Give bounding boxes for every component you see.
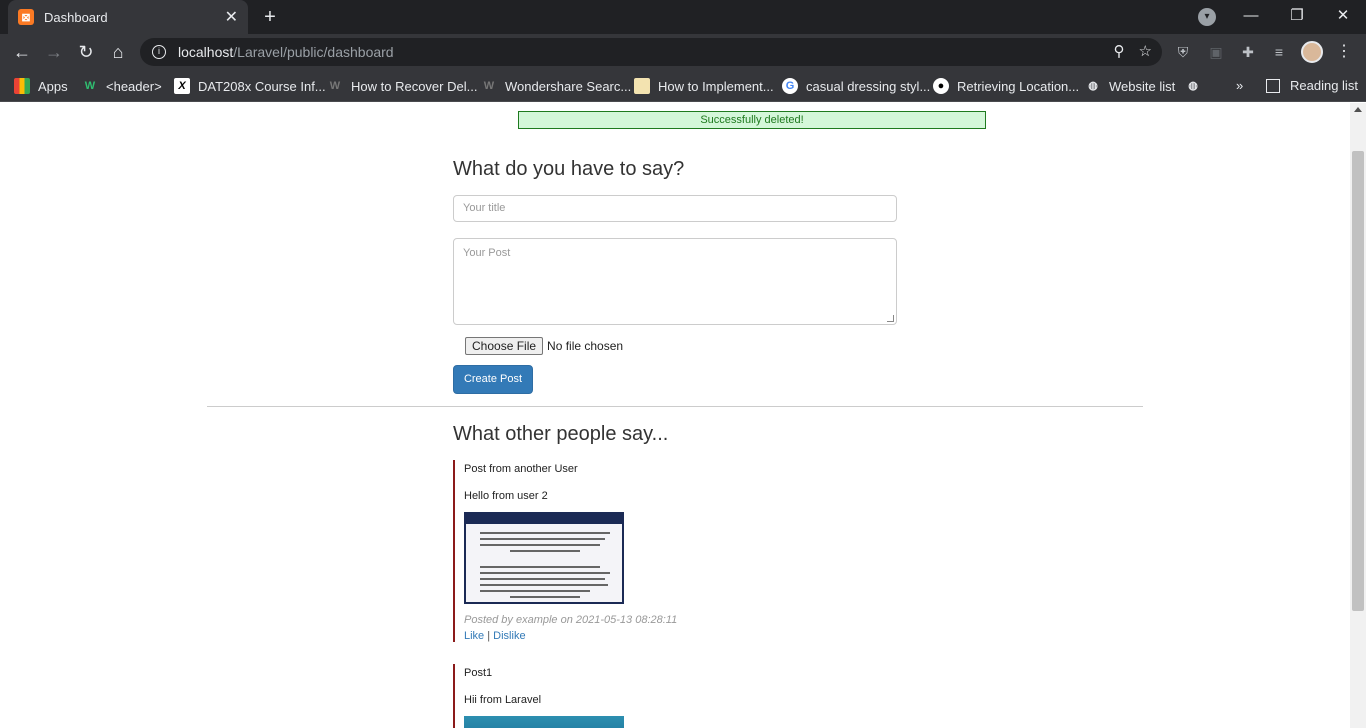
menu-kebab-icon[interactable]: ⋮ [1336,41,1352,61]
tab-dashboard[interactable]: ⊠ Dashboard ✕ [8,0,248,34]
no-file-label: No file chosen [547,339,624,353]
back-icon[interactable]: ← [10,40,34,64]
media-control-icon[interactable]: ≡ [1269,42,1289,62]
bookmarks-bar: Apps W <header> X DAT208x Course Inf... … [0,70,1366,102]
bookmark-casual[interactable]: G casual dressing styl... [782,78,930,94]
bookmark-header[interactable]: W <header> [82,78,162,94]
home-icon[interactable]: ⌂ [106,40,130,64]
post-body: Hello from user 2 [464,490,548,502]
tab-title: Dashboard [44,9,108,25]
post-image [464,716,624,728]
post-title: Post1 [464,667,493,679]
post-textarea[interactable]: Your Post [453,238,897,325]
reload-icon[interactable]: ↻ [74,40,98,64]
xampp-favicon-icon: ⊠ [18,9,34,25]
like-link[interactable]: Like [464,630,484,642]
site-info-icon[interactable]: i [152,45,166,59]
profile-avatar[interactable] [1301,41,1323,63]
reading-list-button[interactable]: Reading list [1266,78,1358,93]
puzzle-extensions-icon[interactable]: ✚ [1238,42,1258,62]
bookmark-website-list[interactable]: ◍ Website list [1085,78,1175,94]
resize-handle[interactable] [887,315,894,322]
divider [207,406,1143,407]
file-upload: Choose File No file chosen [465,337,623,355]
apps-grid-icon [14,78,30,94]
extension-icon[interactable]: ▣ [1206,42,1226,62]
post-placeholder: Your Post [463,247,511,259]
bookmark-recover[interactable]: W How to Recover Del... [327,78,478,94]
forward-icon[interactable]: → [42,40,66,64]
x-icon: X [174,78,190,94]
success-alert: Successfully deleted! [518,111,986,129]
shield-extension-icon[interactable]: ⛨ [1173,42,1193,62]
w-green-icon: W [84,80,96,92]
globe-icon: ◍ [1188,80,1198,92]
wondershare-icon: W [483,80,495,92]
post-body: Hii from Laravel [464,694,542,706]
omnibox-actions: ⚲ ☆ [1114,42,1152,60]
minimize-icon[interactable]: — [1228,0,1274,34]
reading-list-icon [1266,78,1280,93]
others-heading: What other people say... [453,423,669,445]
bookmark-implement[interactable]: How to Implement... [634,78,774,94]
scroll-up-icon[interactable] [1354,107,1362,112]
page-content: Successfully deleted! What do you have t… [0,103,1350,728]
close-window-icon[interactable]: ✕ [1320,0,1366,34]
scroll-thumb[interactable] [1352,151,1364,611]
browser-toolbar: ← → ↻ ⌂ i localhost/Laravel/public/dashb… [0,34,1366,70]
page-icon [634,78,650,94]
dislike-link[interactable]: Dislike [493,630,525,642]
new-tab-icon[interactable]: + [258,5,282,29]
post-image [464,512,624,604]
tab-bar: ⊠ Dashboard ✕ + ▾ — ❐ ✕ [0,0,1366,34]
more-bookmarks-button[interactable]: » [1236,78,1243,93]
close-tab-icon[interactable]: ✕ [225,7,238,27]
bookmark-wondershare[interactable]: W Wondershare Searc... [481,78,631,94]
post-item: Post1 Hii from Laravel [453,664,853,728]
zoom-icon[interactable]: ⚲ [1114,42,1125,60]
bookmark-apps[interactable]: Apps [14,78,68,94]
github-icon: ● [933,78,949,94]
title-input[interactable]: Your title [453,195,897,222]
bookmark-retrieving[interactable]: ● Retrieving Location... [933,78,1079,94]
form-heading: What do you have to say? [453,158,685,180]
post-actions: Like | Dislike [464,630,853,642]
choose-file-button[interactable]: Choose File [465,337,544,355]
globe-icon: ◍ [1088,80,1098,92]
restore-icon[interactable]: ❐ [1274,0,1320,34]
bookmark-star-icon[interactable]: ☆ [1139,42,1152,60]
create-post-button[interactable]: Create Post [453,365,533,394]
address-bar[interactable]: i localhost/Laravel/public/dashboard ⚲ ☆ [140,38,1162,66]
post-title: Post from another User [464,463,578,475]
window-controls: — ❐ ✕ [1228,0,1366,34]
bookmark-dat208x[interactable]: X DAT208x Course Inf... [174,78,326,94]
post-item: Post from another User Hello from user 2… [453,460,853,642]
post-meta: Posted by example on 2021-05-13 08:28:11 [464,614,678,626]
wondershare-icon: W [329,80,341,92]
page-scrollbar[interactable] [1350,103,1366,728]
tab-search-icon[interactable]: ▾ [1198,8,1216,26]
google-icon: G [782,78,798,94]
url-text: localhost/Laravel/public/dashboard [178,44,394,60]
bookmark-globe[interactable]: ◍ [1185,78,1209,94]
